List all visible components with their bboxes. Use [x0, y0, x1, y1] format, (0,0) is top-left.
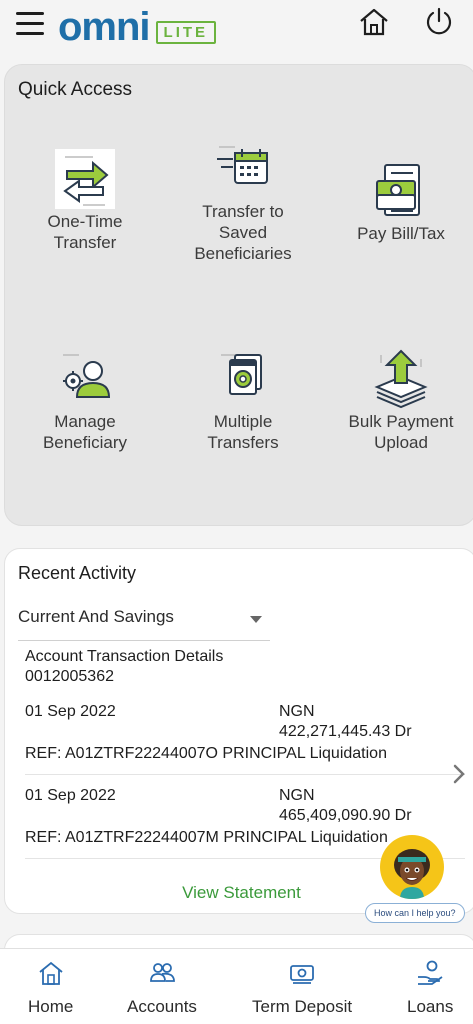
chevron-down-icon — [250, 616, 262, 623]
divider — [25, 774, 465, 775]
quick-access-title: Quick Access — [18, 79, 133, 100]
home-icon[interactable] — [358, 6, 390, 38]
transaction-reference: REF: A01ZTRF22244007M PRINCIPAL Liquidat… — [25, 829, 388, 846]
chat-prompt-bubble[interactable]: How can I help you? — [365, 903, 465, 923]
pay-bill-icon — [376, 164, 420, 216]
manage-beneficiary-label: Manage Beneficiary — [42, 412, 128, 452]
term-deposit-icon — [290, 965, 314, 984]
bulk-payment-upload-button[interactable]: Bulk Payment Upload — [326, 347, 473, 453]
one-time-transfer-icon — [55, 149, 115, 209]
transaction-amount: 422,271,445.43 Dr — [279, 723, 412, 740]
nav-accounts[interactable]: Accounts — [127, 959, 197, 1017]
account-number: 0012005362 — [25, 668, 114, 685]
manage-beneficiary-button[interactable]: Manage Beneficiary — [10, 347, 160, 453]
transaction-row[interactable]: 01 Sep 2022 NGN 422,271,445.43 Dr REF: A… — [25, 703, 465, 783]
transfer-saved-beneficiaries-label: Transfer to Saved Beneficiaries — [194, 202, 292, 263]
nav-term-deposit[interactable]: Term Deposit — [252, 959, 352, 1017]
top-bar: omni LITE — [0, 0, 473, 52]
multiple-transfers-icon — [221, 354, 262, 395]
recent-activity-title: Recent Activity — [18, 563, 137, 583]
assistant-avatar-icon — [394, 849, 430, 899]
account-type-dropdown[interactable]: Current And Savings — [18, 605, 270, 641]
loans-icon — [418, 960, 443, 985]
transaction-list: Account Transaction Details 0012005362 0… — [25, 647, 465, 867]
nav-accounts-label: Accounts — [127, 997, 197, 1016]
transfer-saved-beneficiaries-button[interactable]: Transfer to Saved Beneficiaries — [168, 137, 318, 264]
home-icon — [39, 961, 63, 985]
transaction-reference: REF: A01ZTRF22244007O PRINCIPAL Liquidat… — [25, 745, 387, 762]
nav-term-deposit-label: Term Deposit — [252, 997, 353, 1016]
one-time-transfer-button[interactable]: One-Time Transfer — [10, 147, 160, 253]
quick-access-card: Quick Access One-Time Transfer Transfer … — [4, 64, 473, 526]
transaction-amount: 465,409,090.90 Dr — [279, 807, 412, 824]
pay-bill-tax-label: Pay Bill/Tax — [357, 224, 445, 243]
nav-home[interactable]: Home — [28, 959, 73, 1017]
multiple-transfers-button[interactable]: Multiple Transfers — [168, 347, 318, 453]
details-heading: Account Transaction Details — [25, 648, 224, 665]
one-time-transfer-label: One-Time Transfer — [47, 212, 123, 252]
logo-text: omni — [58, 5, 151, 49]
chatbot-avatar[interactable] — [380, 835, 444, 899]
menu-icon[interactable] — [16, 12, 44, 38]
nav-loans[interactable]: Loans — [407, 959, 453, 1017]
transaction-date: 01 Sep 2022 — [25, 787, 116, 804]
nav-home-label: Home — [28, 997, 74, 1016]
bottom-navigation: Home Accounts Term Deposit Loans — [0, 948, 473, 1024]
bulk-payment-upload-label: Bulk Payment Upload — [348, 412, 454, 452]
saved-beneficiaries-icon — [217, 146, 268, 184]
manage-beneficiary-icon — [63, 354, 111, 398]
transaction-currency: NGN — [279, 703, 315, 720]
nav-loans-label: Loans — [407, 997, 454, 1016]
logo-badge: LITE — [155, 21, 217, 44]
bulk-upload-icon — [374, 349, 428, 409]
omni-lite-logo: omni LITE — [58, 5, 217, 49]
pay-bill-tax-button[interactable]: Pay Bill/Tax — [326, 159, 473, 244]
accounts-icon — [150, 963, 175, 982]
power-icon[interactable] — [423, 6, 455, 38]
transaction-date: 01 Sep 2022 — [25, 703, 116, 720]
account-type-value: Current And Savings — [18, 607, 174, 626]
transaction-currency: NGN — [279, 787, 315, 804]
multiple-transfers-label: Multiple Transfers — [207, 412, 279, 452]
chevron-right-icon[interactable] — [452, 763, 466, 785]
